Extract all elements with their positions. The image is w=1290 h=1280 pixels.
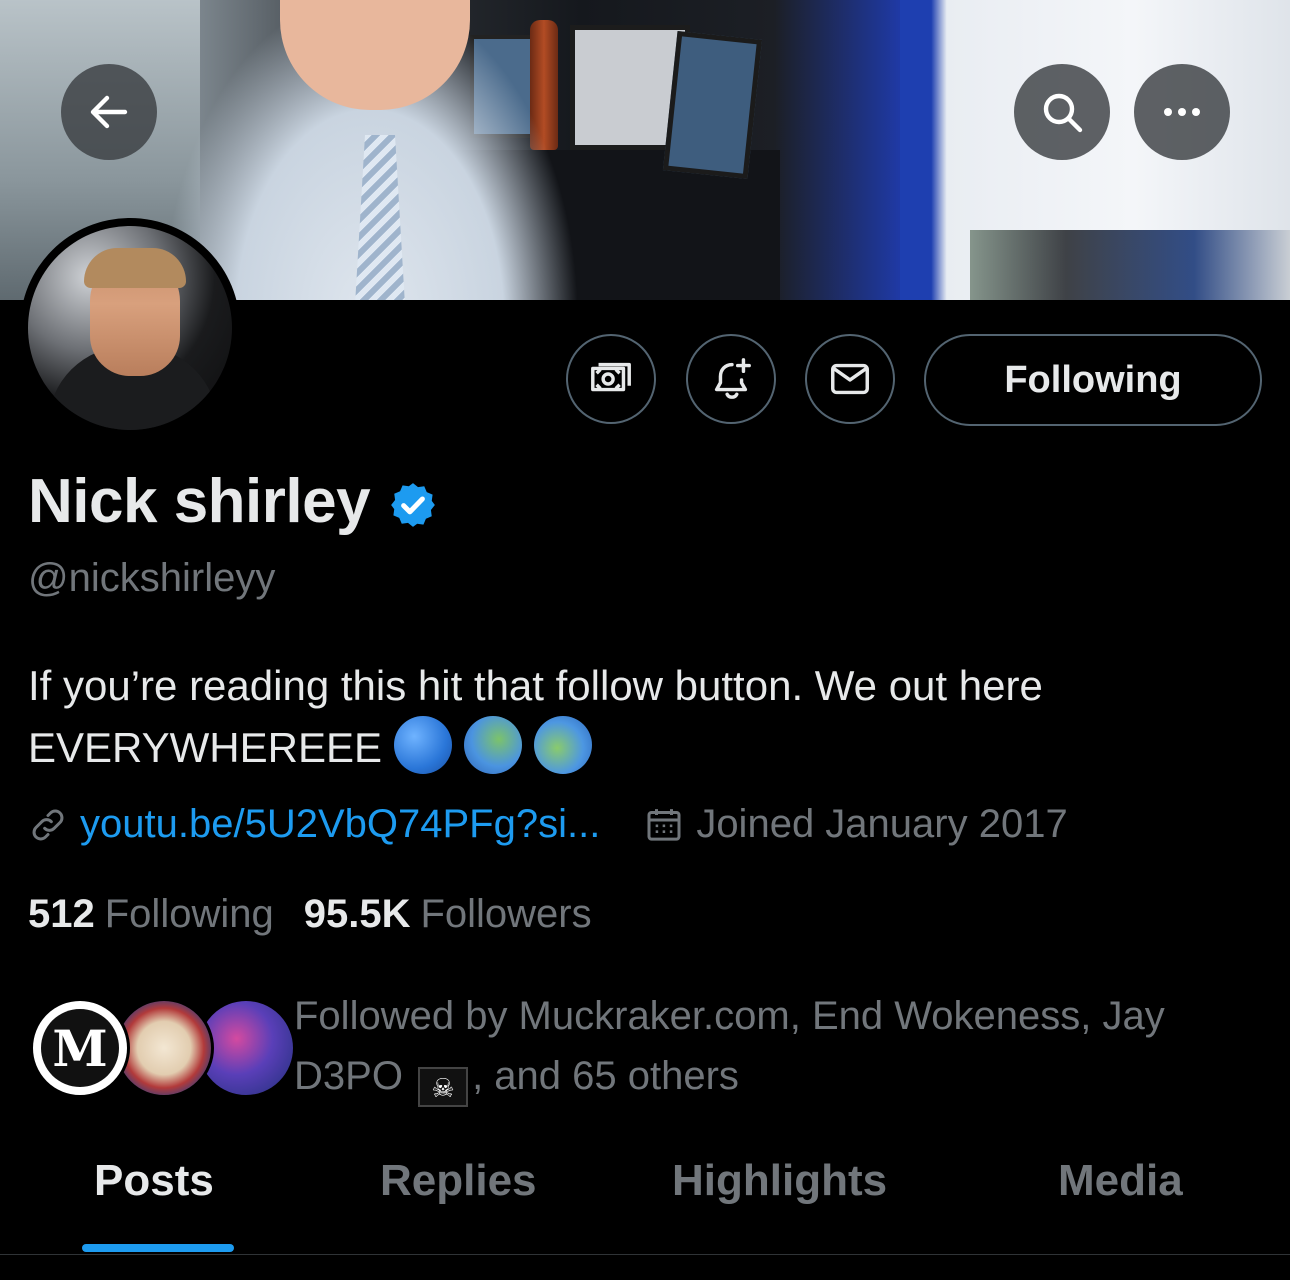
globe-asia-australia-icon xyxy=(534,716,592,774)
followers-count: 95.5K xyxy=(303,892,411,936)
user-handle: @nickshirleyy xyxy=(28,556,276,600)
more-button[interactable] xyxy=(1134,64,1230,160)
profile-avatar[interactable] xyxy=(28,226,232,430)
muckraker-avatar: M xyxy=(30,998,130,1098)
link-icon xyxy=(32,809,64,840)
more-horizontal-icon xyxy=(1164,108,1200,116)
search-icon xyxy=(1043,93,1083,133)
joined-date: Joined January 2017 xyxy=(696,802,1068,846)
globe-americas-icon xyxy=(394,716,452,774)
money-icon xyxy=(591,362,631,392)
name-row: Nick shirley xyxy=(28,466,438,537)
profile-tabs: Posts Replies Highlights Media xyxy=(0,1130,1290,1256)
profile-meta: youtu.be/5U2VbQ74PFg?si... Joined Januar… xyxy=(28,802,1068,847)
notifications-button[interactable] xyxy=(686,334,776,424)
banner-photo-frame xyxy=(662,30,763,180)
bell-plus-icon xyxy=(714,358,751,399)
following-label: Following xyxy=(104,892,274,936)
followed-by-text[interactable]: Followed by Muckraker.com, End Wokeness,… xyxy=(294,986,1254,1107)
profile-link[interactable]: youtu.be/5U2VbQ74PFg?si... xyxy=(80,802,600,847)
following-button[interactable]: Following xyxy=(924,334,1262,426)
tab-posts[interactable]: Posts xyxy=(94,1156,214,1206)
pirate-flag-icon: ☠ xyxy=(418,1067,469,1107)
bio-line-1: If you’re reading this hit that follow b… xyxy=(28,662,1043,709)
banner-desk-items xyxy=(970,230,1290,300)
following-count: 512 xyxy=(28,892,95,936)
search-button[interactable] xyxy=(1014,64,1110,160)
followers-label: Followers xyxy=(420,892,592,936)
subscribe-button[interactable] xyxy=(566,334,656,424)
message-button[interactable] xyxy=(805,334,895,424)
globe-europe-africa-icon xyxy=(464,716,522,774)
arrow-left-icon xyxy=(90,95,128,129)
muckraker-logo: M xyxy=(41,1009,119,1087)
tab-highlights[interactable]: Highlights xyxy=(672,1156,887,1206)
bio-line-2: EVERYWHEREEE xyxy=(28,724,382,771)
tab-replies[interactable]: Replies xyxy=(380,1156,537,1206)
envelope-icon xyxy=(831,363,869,395)
display-name: Nick shirley xyxy=(28,467,371,536)
profile-bio: If you’re reading this hit that follow b… xyxy=(28,656,1258,778)
following-count-link[interactable]: 512 Following xyxy=(28,892,274,937)
follow-stats: 512 Following 95.5K Followers xyxy=(28,892,622,937)
tabs-divider xyxy=(0,1254,1290,1255)
followed-by-avatars[interactable]: M xyxy=(30,998,296,1100)
followed-by-others: , and 65 others xyxy=(472,1054,739,1098)
calendar-icon xyxy=(647,808,681,841)
back-button[interactable] xyxy=(61,64,157,160)
verified-badge-icon[interactable] xyxy=(388,480,438,530)
tab-media[interactable]: Media xyxy=(1058,1156,1183,1206)
active-tab-indicator xyxy=(82,1244,234,1252)
followers-count-link[interactable]: 95.5K Followers xyxy=(304,892,592,937)
avatar-hair xyxy=(84,248,186,288)
